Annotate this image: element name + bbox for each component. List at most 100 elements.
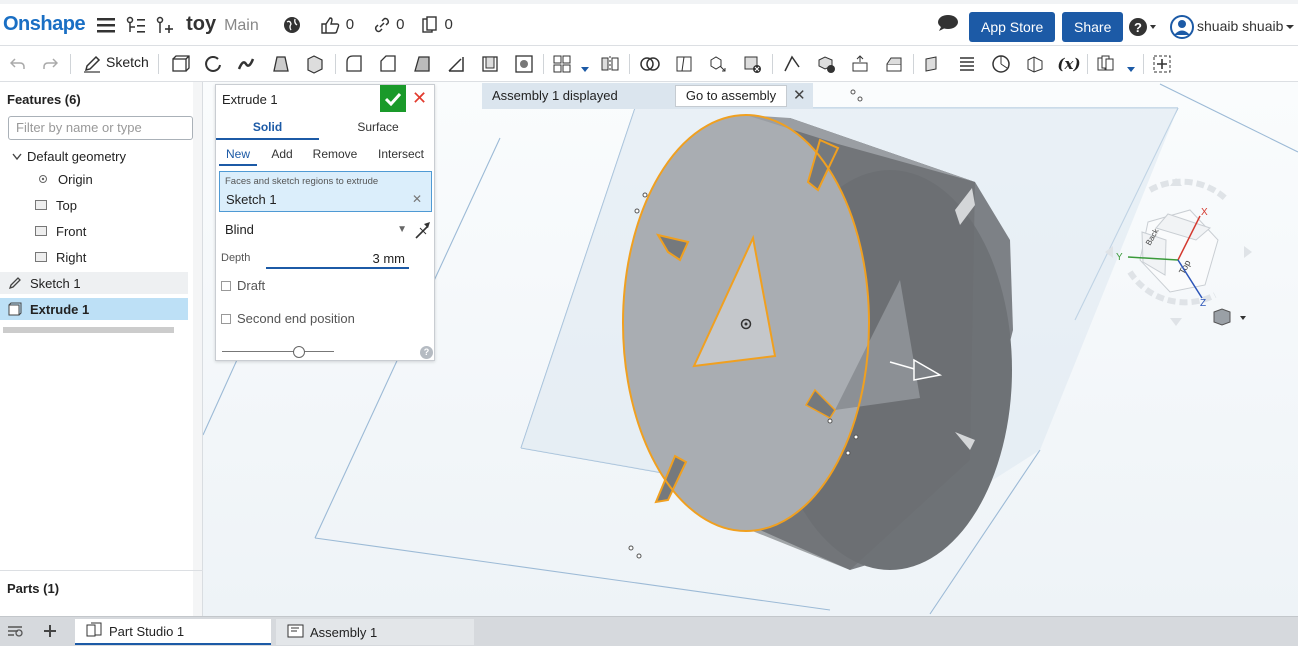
faces-value[interactable]: Sketch 1: [226, 192, 277, 207]
variable-icon[interactable]: [1023, 52, 1047, 76]
tab-assembly-label: Assembly 1: [310, 624, 378, 640]
hole-icon[interactable]: [512, 52, 536, 76]
close-icon[interactable]: ✕: [793, 86, 806, 104]
preview-slider-track[interactable]: [222, 351, 334, 352]
extruded-part[interactable]: [622, 114, 1013, 570]
tab-part-studio-1[interactable]: Part Studio 1: [75, 619, 271, 645]
version-graph-icon[interactable]: [126, 10, 146, 40]
revolve-icon[interactable]: [201, 52, 225, 76]
user-avatar-icon[interactable]: [1170, 12, 1194, 42]
feature-plane-top[interactable]: Top: [0, 194, 188, 216]
horizontal-scrollbar[interactable]: [3, 327, 174, 333]
replace-face-icon[interactable]: [882, 52, 906, 76]
go-to-assembly-button[interactable]: Go to assembly: [675, 85, 787, 107]
tab-manager-icon[interactable]: [7, 624, 23, 641]
toolbar-separator: [1087, 54, 1088, 74]
split-icon[interactable]: [672, 52, 696, 76]
custom-features-dropdown-icon[interactable]: [1127, 61, 1135, 76]
insert-icon[interactable]: [156, 10, 174, 40]
mate-connector-icon[interactable]: [989, 52, 1013, 76]
vertical-scrollbar[interactable]: [193, 82, 202, 616]
accept-check-icon[interactable]: [380, 85, 406, 112]
comment-icon[interactable]: [937, 8, 959, 38]
branch-name[interactable]: Main: [224, 17, 259, 35]
like-icon[interactable]: [320, 10, 340, 40]
feature-sketch-1[interactable]: Sketch 1: [0, 272, 188, 294]
modify-fillet-icon[interactable]: [780, 52, 804, 76]
help-icon[interactable]: ?: [1128, 12, 1158, 42]
move-face-icon[interactable]: [848, 52, 872, 76]
sketch-pencil-icon[interactable]: [80, 52, 104, 76]
parts-section[interactable]: Parts (1): [0, 570, 203, 616]
op-new[interactable]: New: [219, 142, 257, 166]
app-store-button[interactable]: App Store: [969, 12, 1056, 42]
cancel-x-icon[interactable]: ✕: [412, 88, 427, 109]
menu-icon[interactable]: [97, 10, 116, 40]
pattern-icon[interactable]: [550, 52, 574, 76]
flip-direction-icon[interactable]: [414, 220, 432, 240]
share-button[interactable]: Share: [1062, 12, 1124, 42]
feature-plane-right-label: Right: [56, 249, 87, 265]
preview-slider-knob[interactable]: [293, 346, 305, 358]
user-name[interactable]: shuaib shuaib: [1197, 18, 1283, 34]
variable-x-icon[interactable]: (x): [1057, 52, 1081, 76]
custom-features-icon[interactable]: [1095, 52, 1119, 76]
part-studio-icon: [85, 622, 105, 641]
chevron-down-icon[interactable]: [12, 149, 22, 164]
delete-face-icon[interactable]: [814, 52, 838, 76]
draft-checkbox[interactable]: Draft: [221, 278, 265, 293]
feature-plane-front[interactable]: Front: [0, 220, 188, 242]
transform-icon[interactable]: [706, 52, 730, 76]
undo-icon[interactable]: [6, 52, 30, 76]
user-menu-chevron-icon[interactable]: [1285, 19, 1295, 34]
help-icon[interactable]: ?: [420, 346, 433, 359]
fillet-icon[interactable]: [342, 52, 366, 76]
feature-origin[interactable]: Origin: [0, 168, 188, 190]
draft-checkbox-box[interactable]: [221, 280, 231, 291]
rib-icon[interactable]: [444, 52, 468, 76]
copy-icon[interactable]: [422, 10, 438, 40]
faces-selection-field[interactable]: Faces and sketch regions to extrude Sket…: [219, 171, 432, 212]
onshape-logo[interactable]: Onshape: [3, 13, 86, 36]
chamfer-icon[interactable]: [376, 52, 400, 76]
pattern-dropdown-icon[interactable]: [581, 61, 589, 76]
globe-icon[interactable]: [283, 10, 301, 40]
mirror-icon[interactable]: [598, 52, 622, 76]
helix-icon[interactable]: [955, 52, 979, 76]
link-icon[interactable]: [374, 10, 390, 40]
boolean-icon[interactable]: [638, 52, 662, 76]
extrude-icon[interactable]: [168, 52, 192, 76]
second-end-checkbox-box[interactable]: [221, 313, 231, 324]
op-intersect[interactable]: Intersect: [374, 142, 428, 166]
plane-icon[interactable]: [921, 52, 945, 76]
clear-selection-icon[interactable]: ✕: [412, 192, 422, 206]
default-geometry-folder[interactable]: Default geometry: [0, 145, 188, 167]
feature-extrude-label: Extrude 1: [30, 301, 90, 317]
shell-icon[interactable]: [478, 52, 502, 76]
depth-input[interactable]: 3 mm: [266, 249, 409, 269]
sketch-button[interactable]: Sketch: [106, 54, 149, 70]
tab-solid[interactable]: Solid: [216, 115, 319, 140]
add-custom-feature-icon[interactable]: [1150, 52, 1174, 76]
feature-extrude-1[interactable]: Extrude 1: [0, 298, 188, 320]
depth-label: Depth: [221, 252, 251, 264]
feature-filter-input[interactable]: Filter by name or type: [8, 116, 193, 140]
plane-icon: [34, 251, 48, 263]
add-tab-icon[interactable]: [42, 623, 58, 642]
tab-surface[interactable]: Surface: [326, 115, 430, 140]
redo-icon[interactable]: [38, 52, 62, 76]
tab-assembly-1[interactable]: Assembly 1: [276, 619, 474, 645]
feature-plane-right[interactable]: Right: [0, 246, 188, 268]
op-add[interactable]: Add: [266, 142, 298, 166]
document-name[interactable]: toy: [186, 13, 216, 36]
thicken-icon[interactable]: [303, 52, 327, 76]
parts-title: Parts (1): [7, 581, 60, 596]
feature-plane-top-label: Top: [56, 197, 77, 213]
second-end-checkbox[interactable]: Second end position: [221, 311, 355, 326]
op-remove[interactable]: Remove: [309, 142, 361, 166]
draft-icon[interactable]: [410, 52, 434, 76]
delete-part-icon[interactable]: [740, 52, 764, 76]
sweep-icon[interactable]: [234, 52, 258, 76]
end-type-select[interactable]: Blind ▼: [219, 217, 409, 243]
loft-icon[interactable]: [269, 52, 293, 76]
